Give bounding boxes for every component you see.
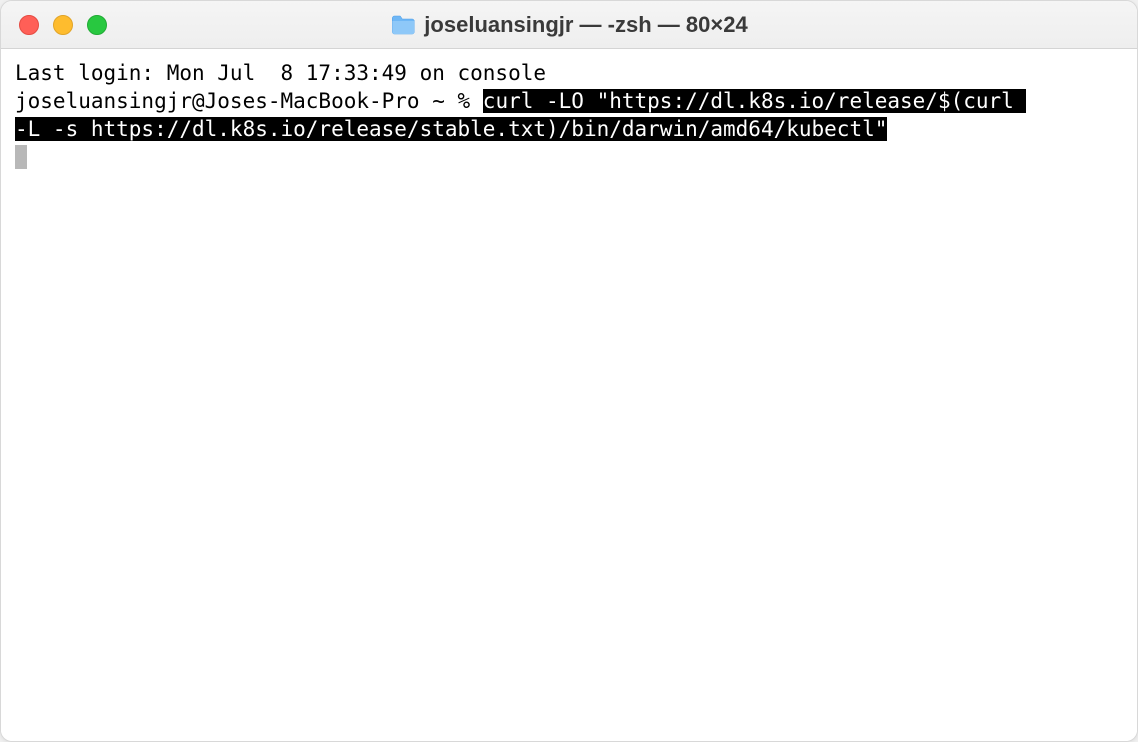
last-login-line: Last login: Mon Jul 8 17:33:49 on consol… bbox=[15, 61, 546, 85]
prompt: joseluansingjr@Joses-MacBook-Pro ~ % bbox=[15, 89, 483, 113]
titlebar[interactable]: joseluansingjr — -zsh — 80×24 bbox=[1, 1, 1137, 49]
traffic-lights bbox=[19, 15, 107, 35]
close-button[interactable] bbox=[19, 15, 39, 35]
window-title: joseluansingjr — -zsh — 80×24 bbox=[424, 12, 747, 38]
window-title-group: joseluansingjr — -zsh — 80×24 bbox=[390, 12, 747, 38]
command-selected-line1: curl -LO "https://dl.k8s.io/release/$(cu… bbox=[483, 89, 1027, 113]
command-selected-line2: -L -s https://dl.k8s.io/release/stable.t… bbox=[15, 117, 887, 141]
terminal-body[interactable]: Last login: Mon Jul 8 17:33:49 on consol… bbox=[1, 49, 1137, 741]
maximize-button[interactable] bbox=[87, 15, 107, 35]
folder-icon bbox=[390, 14, 416, 36]
terminal-window: joseluansingjr — -zsh — 80×24 Last login… bbox=[0, 0, 1138, 742]
minimize-button[interactable] bbox=[53, 15, 73, 35]
cursor bbox=[15, 145, 27, 169]
